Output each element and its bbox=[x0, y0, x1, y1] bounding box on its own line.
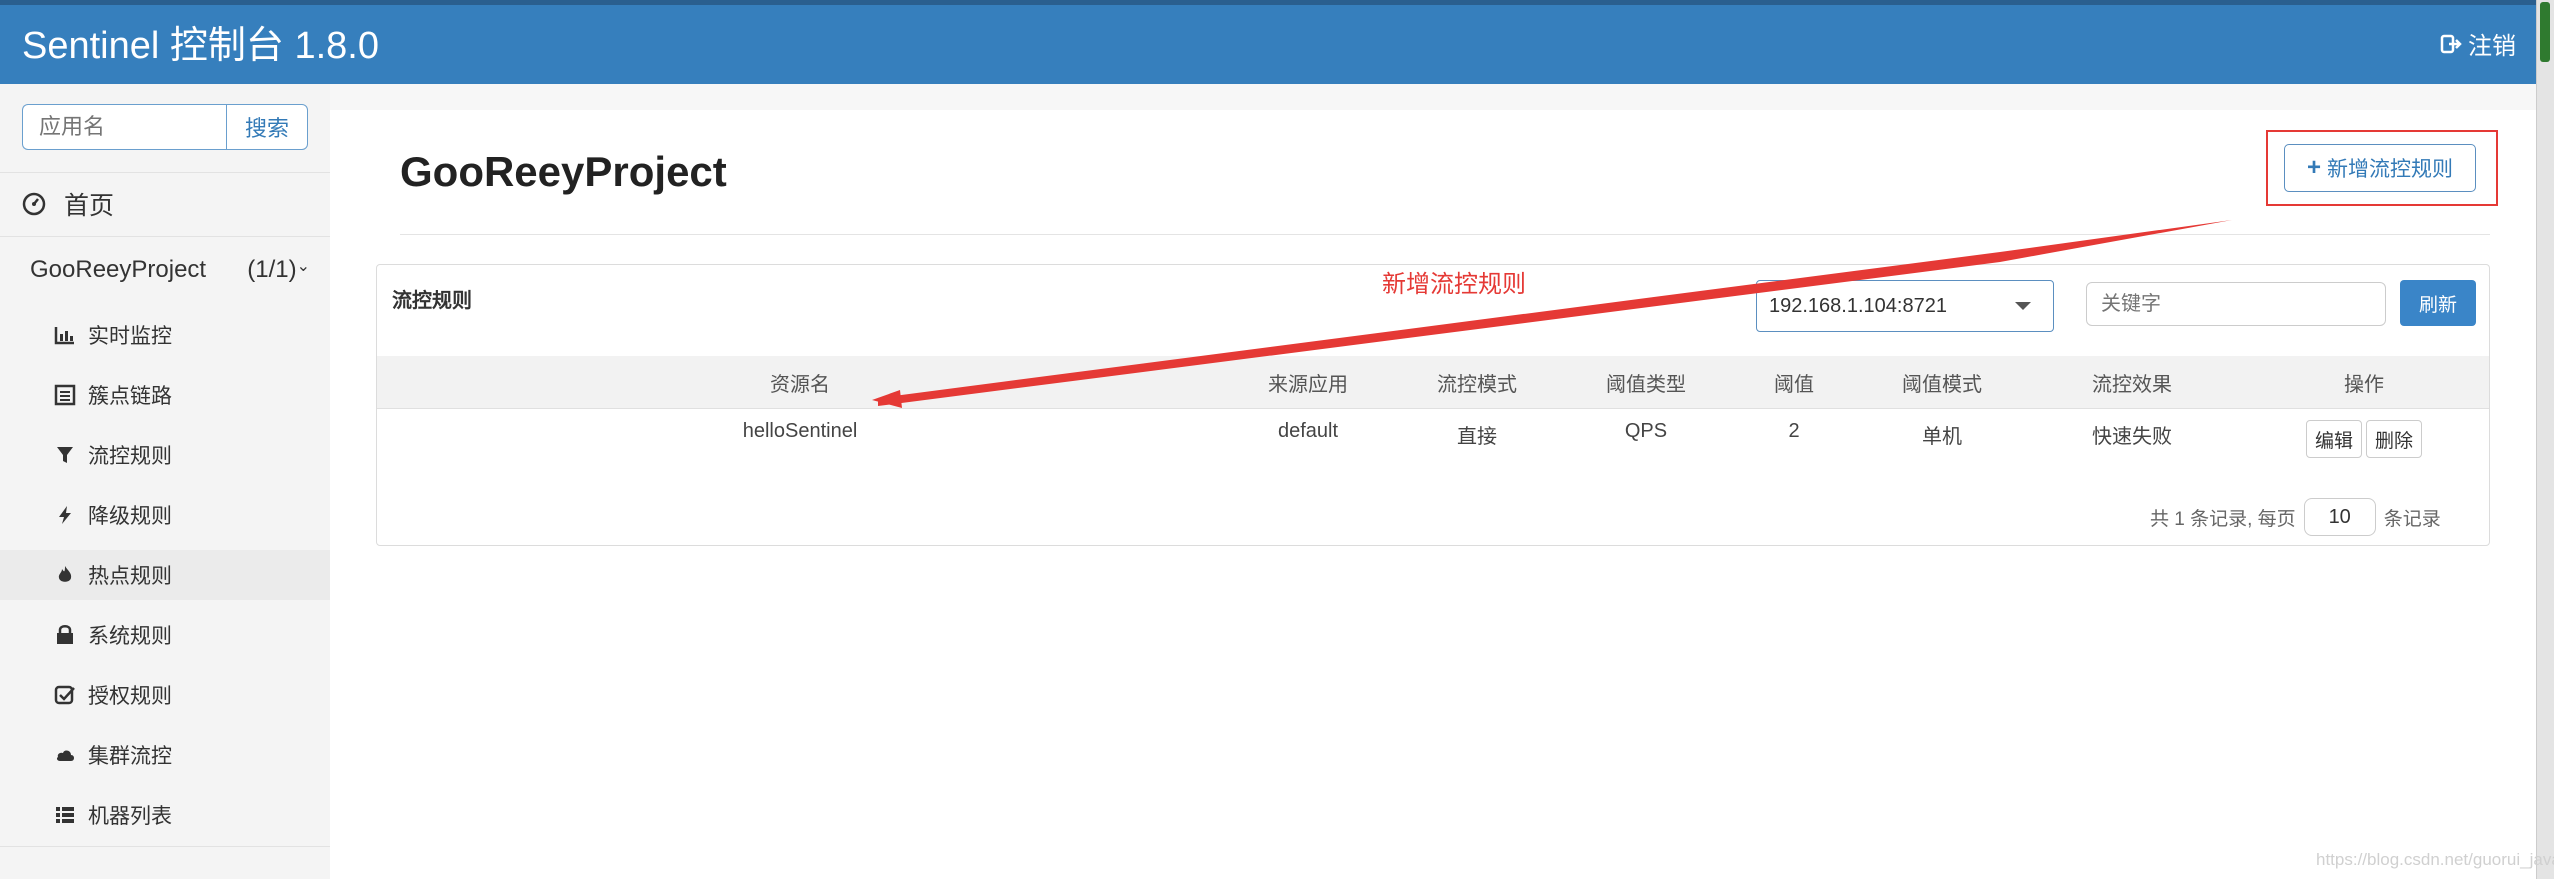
top-navbar bbox=[0, 0, 2536, 84]
cell-threshold-mode: 单机 bbox=[1922, 426, 1962, 448]
sidebar-item-label: 授权规则 bbox=[88, 685, 172, 708]
column-header-threshold: 阈值 bbox=[1774, 374, 1814, 396]
column-header-actions: 操作 bbox=[2344, 374, 2384, 396]
app-search-input[interactable] bbox=[22, 104, 226, 150]
cell-resource: helloSentinel bbox=[742, 420, 858, 442]
logout-label: 注销 bbox=[2468, 33, 2516, 60]
sidebar-item-cluster-flow[interactable]: 集群流控 bbox=[54, 740, 172, 770]
bar-chart-icon bbox=[54, 327, 74, 345]
sidebar-item-label: 降级规则 bbox=[88, 505, 172, 528]
sidebar-item-machine-list[interactable]: 机器列表 bbox=[54, 800, 172, 830]
delete-button[interactable]: 删除 bbox=[2366, 420, 2423, 458]
app-count: (1/1)⌄ bbox=[247, 256, 310, 283]
sidebar-item-degrade-rules[interactable]: 降级规则 bbox=[54, 500, 172, 530]
sidebar-item-flow-rules[interactable]: 流控规则 bbox=[54, 440, 172, 470]
column-header-threshold-mode: 阈值模式 bbox=[1902, 374, 1982, 396]
lock-icon bbox=[57, 625, 73, 644]
column-header-origin: 来源应用 bbox=[1268, 374, 1348, 396]
annotation-label: 新增流控规则 bbox=[1382, 271, 1526, 298]
fire-icon bbox=[58, 566, 72, 582]
cell-flow-mode: 直接 bbox=[1457, 426, 1497, 448]
sidebar-item-cluster-links[interactable]: 簇点链路 bbox=[54, 380, 172, 410]
panel-title: 流控规则 bbox=[392, 290, 472, 312]
table-header-row bbox=[377, 356, 2489, 409]
watermark: https://blog.csdn.net/guorui_java bbox=[2316, 850, 2554, 869]
annotation-highlight-box bbox=[2266, 130, 2498, 206]
keyword-search-input[interactable] bbox=[2086, 282, 2386, 326]
content-top-band bbox=[330, 84, 2536, 110]
column-header-flow-mode: 流控模式 bbox=[1437, 374, 1517, 396]
list-alt-icon bbox=[54, 384, 76, 406]
machine-select-value: 192.168.1.104:8721 bbox=[1769, 294, 1947, 317]
sidebar-app-group[interactable]: GooReeyProject (1/1)⌄ bbox=[30, 256, 310, 284]
cell-effect: 快速失败 bbox=[2092, 426, 2172, 448]
sidebar-item-hotspot-rules[interactable]: 热点规则 bbox=[54, 560, 172, 590]
logout-link[interactable]: 注销 bbox=[2440, 26, 2516, 61]
title-divider bbox=[400, 234, 2490, 235]
scrollbar-thumb[interactable] bbox=[2540, 2, 2550, 62]
app-title[interactable]: Sentinel 控制台 1.8.0 bbox=[22, 14, 379, 69]
sidebar-item-label: 机器列表 bbox=[88, 805, 172, 828]
app-name: GooReeyProject bbox=[30, 256, 207, 283]
refresh-button[interactable]: 刷新 bbox=[2400, 280, 2476, 326]
sidebar-item-label: 集群流控 bbox=[88, 745, 172, 768]
page-size-input[interactable]: 10 bbox=[2303, 498, 2376, 536]
window-scrollbar[interactable] bbox=[2536, 0, 2554, 879]
column-header-resource: 资源名 bbox=[770, 374, 830, 396]
cell-origin: default bbox=[1277, 420, 1339, 442]
sidebar-item-label: 实时监控 bbox=[88, 325, 172, 348]
column-header-threshold-type: 阈值类型 bbox=[1606, 374, 1686, 396]
pager-total-text: 共 1 条记录, 每页 bbox=[2150, 508, 2296, 530]
caret-down-icon bbox=[2015, 302, 2031, 310]
page-title: GooReeyProject bbox=[400, 148, 727, 195]
cloud-icon bbox=[56, 750, 74, 761]
sidebar-divider bbox=[0, 172, 330, 173]
sidebar-item-system-rules[interactable]: 系统规则 bbox=[54, 620, 172, 650]
sidebar-item-auth-rules[interactable]: 授权规则 bbox=[54, 680, 172, 710]
sidebar-item-realtime-monitor[interactable]: 实时监控 bbox=[54, 320, 172, 350]
pagination: 共 1 条记录, 每页 10 条记录 bbox=[2150, 498, 2441, 536]
edit-button[interactable]: 编辑 bbox=[2306, 420, 2363, 458]
check-icon bbox=[54, 685, 75, 705]
flash-icon bbox=[59, 506, 71, 524]
sidebar-item-home[interactable]: 首页 bbox=[22, 186, 114, 222]
sign-out-icon bbox=[2440, 34, 2462, 53]
sidebar-item-label: 系统规则 bbox=[88, 625, 172, 648]
filter-icon bbox=[57, 447, 73, 463]
sidebar-item-label: 簇点链路 bbox=[88, 385, 172, 408]
sidebar-home-label: 首页 bbox=[64, 192, 115, 220]
cell-threshold-type: QPS bbox=[1624, 420, 1668, 442]
sidebar-item-label: 热点规则 bbox=[88, 565, 172, 588]
table-row bbox=[377, 410, 2489, 466]
search-button[interactable]: 搜索 bbox=[226, 104, 308, 150]
column-header-effect: 流控效果 bbox=[2092, 374, 2172, 396]
sidebar-divider bbox=[0, 236, 330, 237]
sidebar-item-label: 流控规则 bbox=[88, 445, 172, 468]
pager-suffix-text: 条记录 bbox=[2383, 508, 2441, 530]
cell-threshold: 2 bbox=[1788, 420, 1800, 442]
chevron-down-icon: ⌄ bbox=[296, 258, 310, 275]
machine-select[interactable]: 192.168.1.104:8721 bbox=[1756, 280, 2054, 332]
th-list-icon bbox=[56, 807, 74, 823]
sidebar-divider bbox=[0, 846, 330, 847]
dashboard-icon bbox=[22, 192, 46, 216]
